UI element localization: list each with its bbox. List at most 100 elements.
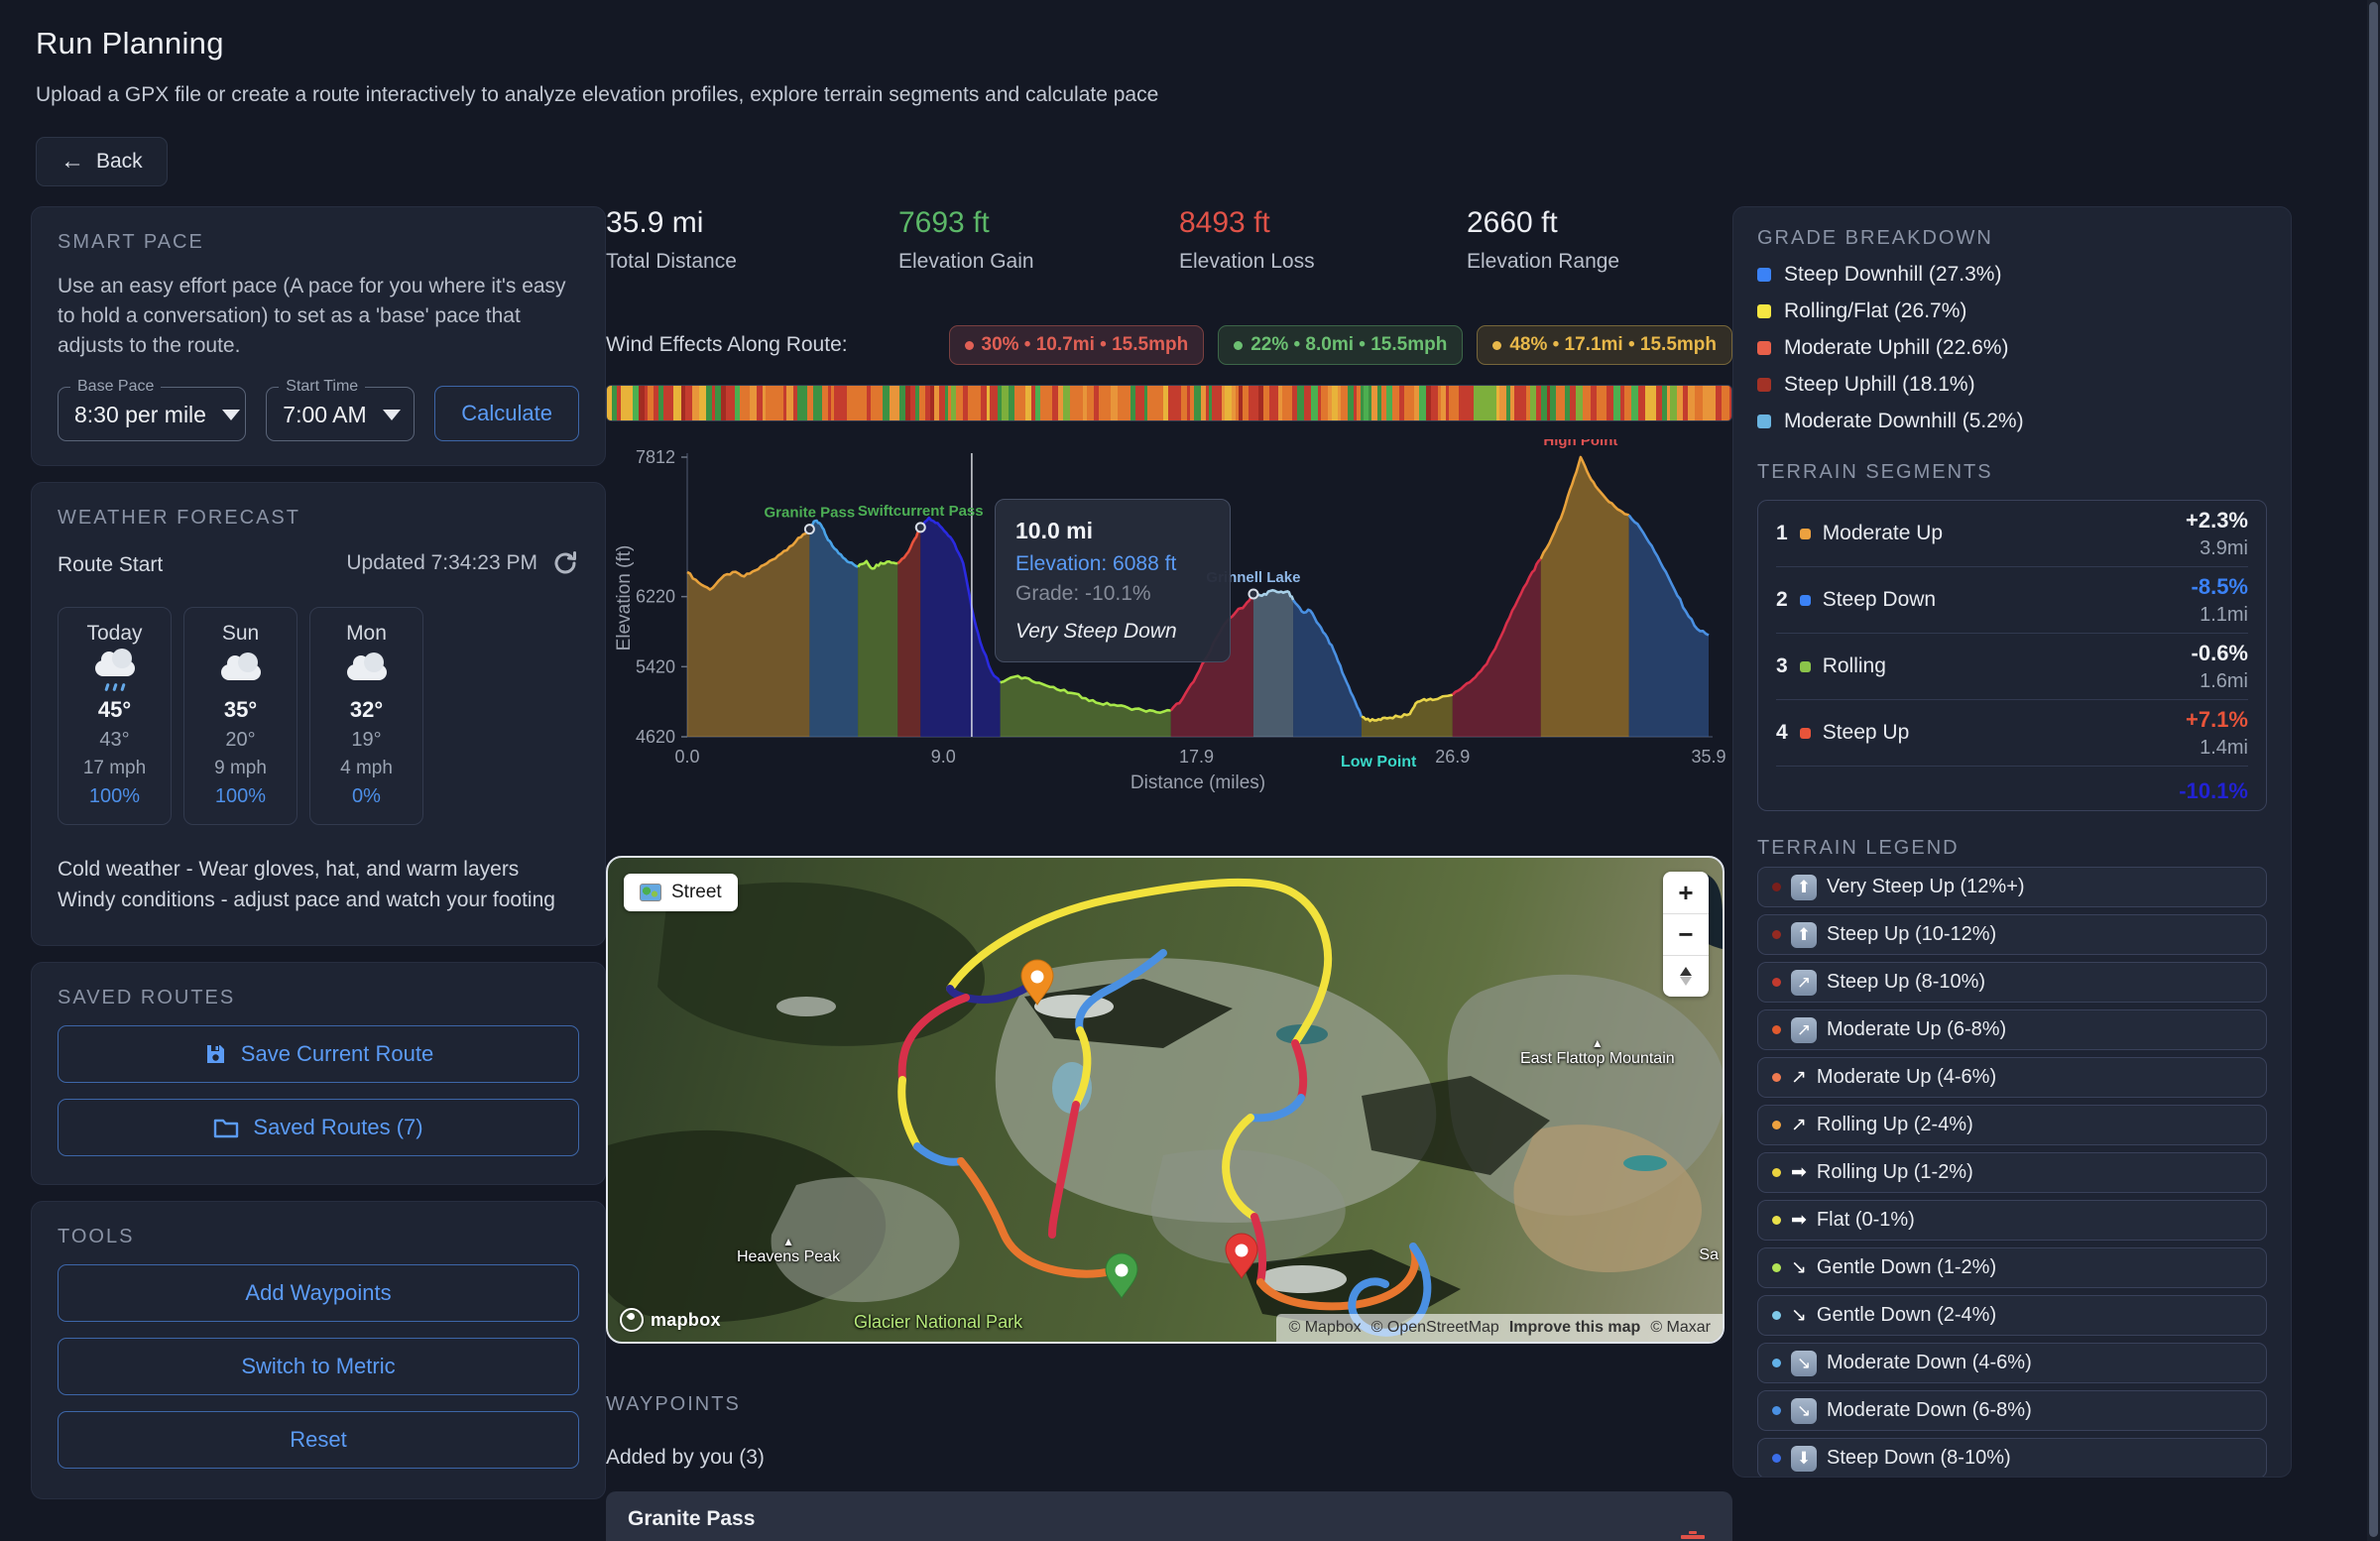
route-stats: 35.9 miTotal Distance7693 ftElevation Ga… (606, 206, 1732, 274)
day-name: Mon (316, 622, 416, 646)
svg-text:9.0: 9.0 (931, 747, 956, 767)
base-pace-select[interactable]: Base Pace 8:30 per mile (58, 387, 246, 441)
day-high-temp: 32° (316, 697, 416, 723)
terrain-legend-row: ➡Rolling Up (1-2%) (1757, 1152, 2267, 1193)
day-name: Today (64, 622, 165, 646)
svg-text:4620: 4620 (636, 727, 675, 747)
svg-text:0.0: 0.0 (674, 747, 699, 767)
mapbox-icon (620, 1308, 644, 1332)
tooltip-elevation: Elevation: 6088 ft (1015, 552, 1210, 576)
weather-advisory: Windy conditions - adjust pace and watch… (58, 886, 579, 915)
saved-routes-button[interactable]: Saved Routes (7) (58, 1099, 579, 1156)
attrib-maxar[interactable]: © Maxar (1650, 1319, 1711, 1337)
waypoint-row[interactable]: Granite Pass Granite Pass 3.28 mi (606, 1491, 1732, 1541)
route-map[interactable]: ▲East Flattop Mountain ▲Heavens Peak Gla… (606, 856, 1725, 1344)
legend-label: Gentle Down (2-4%) (1817, 1304, 1996, 1327)
run-planning-page: Run Planning Upload a GPX file or create… (0, 0, 2380, 1541)
back-label: Back (96, 150, 143, 174)
grade-breakdown-label: Steep Downhill (27.3%) (1784, 263, 2001, 287)
attrib-mapbox[interactable]: © Mapbox (1288, 1319, 1361, 1337)
delete-waypoint-button[interactable] (1679, 1529, 1707, 1541)
start-time-label: Start Time (279, 378, 365, 396)
legend-color-dot (1772, 978, 1781, 987)
grade-arrow-icon: ↗ (1791, 970, 1817, 996)
add-waypoints-button[interactable]: Add Waypoints (58, 1264, 579, 1322)
map-style-toggle-button[interactable]: Street (624, 874, 738, 911)
segment-color-dot (1800, 661, 1811, 672)
segment-metrics: -0.6%1.6mi (2192, 641, 2248, 693)
page-header: Run Planning Upload a GPX file or create… (0, 0, 2380, 107)
day-precip: 0% (316, 785, 416, 808)
segment-color-dot (1800, 728, 1811, 739)
weather-advisory: Cold weather - Wear gloves, hat, and war… (58, 855, 579, 885)
reset-button[interactable]: Reset (58, 1411, 579, 1469)
day-low-temp: 19° (316, 729, 416, 752)
svg-text:17.9: 17.9 (1179, 747, 1214, 767)
start-time-select[interactable]: Start Time 7:00 AM (266, 387, 415, 441)
page-scrollbar[interactable] (2367, 0, 2380, 1541)
grade-arrow-icon: ↗ (1791, 1017, 1817, 1043)
segment-grade: -10.1% (2179, 778, 2248, 804)
map-style-icon (640, 884, 661, 901)
segment-metrics: +2.3%3.9mi (2186, 508, 2248, 560)
map-label-heavens-peak: ▲Heavens Peak (737, 1235, 840, 1266)
back-button[interactable]: ← Back (36, 137, 168, 186)
legend-label: Flat (0-1%) (1817, 1209, 1915, 1232)
base-pace-label: Base Pace (70, 378, 161, 396)
grade-arrow-icon: ↗ (1791, 1066, 1807, 1089)
terrain-segment-row[interactable]: 3Rolling-0.6%1.6mi (1776, 634, 2248, 700)
grade-arrow-icon: ↘ (1791, 1304, 1807, 1327)
segment-metrics: +7.1%1.4mi (2186, 707, 2248, 760)
attrib-osm[interactable]: © OpenStreetMap (1371, 1319, 1499, 1337)
grade-arrow-icon: ↘ (1791, 1398, 1817, 1424)
tooltip-distance: 10.0 mi (1015, 518, 1210, 544)
map-zoom-control: + − (1663, 872, 1709, 997)
waypoint-name: Granite Pass (628, 1507, 1711, 1531)
grade-color-swatch (1757, 341, 1771, 355)
grade-arrow-icon: ⬇ (1791, 1446, 1817, 1472)
refresh-icon[interactable] (551, 549, 579, 577)
legend-label: Moderate Up (6-8%) (1827, 1018, 2006, 1041)
terrain-legend-row: ➡Flat (0-1%) (1757, 1200, 2267, 1241)
terrain-segment-row[interactable]: 2Steep Down-8.5%1.1mi (1776, 567, 2248, 634)
wind-badge-dot-icon (1234, 341, 1243, 350)
calculate-button[interactable]: Calculate (434, 386, 579, 441)
terrain-legend-row: ↗Steep Up (8-10%) (1757, 962, 2267, 1003)
elevation-chart[interactable]: 78126220542046200.09.017.926.935.9Distan… (606, 439, 1732, 796)
zoom-in-button[interactable]: + (1663, 872, 1709, 913)
page-title: Run Planning (36, 26, 2380, 61)
zoom-out-button[interactable]: − (1663, 913, 1709, 955)
start-pin-green[interactable] (1106, 1253, 1137, 1298)
svg-text:Distance (miles): Distance (miles) (1130, 772, 1265, 793)
map-terrain (608, 858, 1723, 1342)
svg-text:5420: 5420 (636, 656, 675, 676)
save-current-route-button[interactable]: Save Current Route (58, 1025, 579, 1083)
legend-label: Very Steep Up (12%+) (1827, 876, 2025, 898)
terrain-segment-row[interactable]: 1Moderate Up+2.3%3.9mi (1776, 501, 2248, 567)
svg-text:Low Point: Low Point (1341, 754, 1417, 770)
svg-text:Granite Pass: Granite Pass (765, 505, 856, 522)
route-stat: 35.9 miTotal Distance (606, 206, 898, 274)
tooltip-category: Very Steep Down (1015, 620, 1210, 644)
mapbox-logo[interactable]: mapbox (620, 1308, 721, 1332)
weather-panel: WEATHER FORECAST Route Start Updated 7:3… (31, 482, 606, 946)
wind-badge-text: 22% • 8.0mi • 15.5mph (1250, 334, 1447, 356)
attrib-improve-link[interactable]: Improve this map (1509, 1319, 1640, 1337)
day-precip: 100% (64, 785, 165, 808)
terrain-legend-list: ⬆Very Steep Up (12%+)⬆Steep Up (10-12%)↗… (1757, 867, 2267, 1478)
wind-badge: 30% • 10.7mi • 15.5mph (949, 325, 1205, 365)
switch-to-metric-button[interactable]: Switch to Metric (58, 1338, 579, 1395)
cloud-shape (347, 664, 387, 680)
map-attribution: © Mapbox © OpenStreetMap Improve this ma… (1276, 1314, 1723, 1342)
grade-breakdown-label: Moderate Downhill (5.2%) (1784, 410, 2024, 433)
compass-button[interactable] (1663, 955, 1709, 997)
segment-number: 1 (1776, 522, 1788, 545)
legend-label: Moderate Down (6-8%) (1827, 1399, 2032, 1422)
terrain-segment-row[interactable]: 4Steep Up+7.1%1.4mi (1776, 700, 2248, 767)
terrain-segment-row-clipped[interactable]: -10.1% (1776, 767, 2248, 804)
tools-panel: TOOLS Add Waypoints Switch to Metric Res… (31, 1201, 606, 1499)
stat-label: Elevation Gain (898, 250, 1179, 274)
legend-color-dot (1772, 1263, 1781, 1272)
legend-label: Rolling Up (1-2%) (1817, 1161, 1973, 1184)
svg-text:High Point: High Point (1543, 439, 1617, 449)
